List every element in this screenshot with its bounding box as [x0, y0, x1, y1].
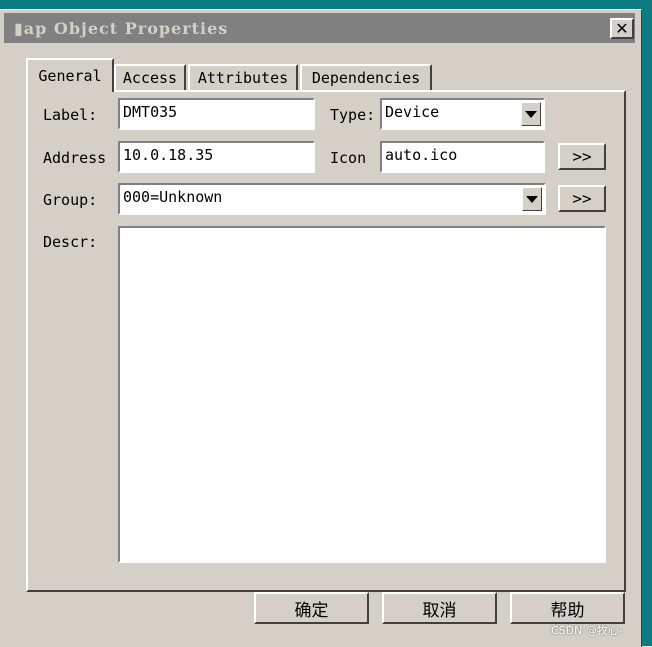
tab-access[interactable]: Access [114, 64, 186, 90]
group-field-label: Group: [43, 191, 98, 209]
tab-general[interactable]: General [26, 58, 114, 92]
tab-dependencies[interactable]: Dependencies [300, 64, 432, 90]
title-bar[interactable]: ▮ap Object Properties ✕ [4, 13, 635, 43]
close-button[interactable]: ✕ [610, 18, 634, 39]
icon-field-label: Icon [330, 149, 367, 167]
address-input-value: 10.0.18.35 [123, 146, 214, 164]
ok-button-label: 确定 [294, 600, 329, 621]
desktop-background-right [641, 0, 652, 646]
tab-attributes[interactable]: Attributes [188, 64, 298, 90]
description-textarea[interactable] [118, 226, 606, 563]
icon-input[interactable]: auto.ico [380, 141, 545, 173]
cancel-button-label: 取消 [422, 600, 457, 621]
chevron-down-icon [525, 110, 537, 118]
tab-label: Dependencies [311, 69, 421, 87]
type-dropdown-button[interactable] [521, 102, 541, 126]
group-browse-button[interactable]: >> [558, 185, 606, 212]
descr-field-label: Descr: [43, 233, 98, 251]
ok-button[interactable]: 确定 [254, 592, 369, 624]
desktop-background-top [0, 0, 652, 9]
tab-label: Access [122, 69, 178, 87]
close-icon: ✕ [615, 18, 629, 38]
icon-input-value: auto.ico [385, 146, 458, 164]
icon-browse-button[interactable]: >> [558, 143, 606, 170]
label-field-label: Label: [43, 106, 98, 124]
map-object-properties-dialog: ▮ap Object Properties ✕ General Access A… [0, 9, 642, 647]
address-field-label: Address [43, 149, 107, 167]
address-input[interactable]: 10.0.18.35 [118, 141, 315, 173]
help-button-label: 帮助 [550, 600, 585, 621]
watermark: CSDN @牧心- [551, 624, 623, 637]
type-select[interactable]: Device [380, 98, 545, 130]
tab-label: Attributes [197, 69, 289, 87]
label-input-value: DMT035 [123, 103, 178, 121]
type-select-value: Device [385, 103, 440, 121]
group-dropdown-button[interactable] [522, 187, 542, 211]
browse-button-label: >> [572, 189, 592, 208]
group-select[interactable]: 000=Unknown [118, 183, 546, 215]
tab-label: General [38, 67, 102, 85]
group-select-value: 000=Unknown [123, 188, 223, 206]
chevron-down-icon [526, 195, 538, 203]
help-button[interactable]: 帮助 [510, 592, 625, 624]
window-title: ▮ap Object Properties [14, 19, 229, 38]
label-input[interactable]: DMT035 [118, 98, 315, 130]
type-field-label: Type: [330, 106, 376, 124]
cancel-button[interactable]: 取消 [382, 592, 497, 624]
browse-button-label: >> [572, 147, 592, 166]
